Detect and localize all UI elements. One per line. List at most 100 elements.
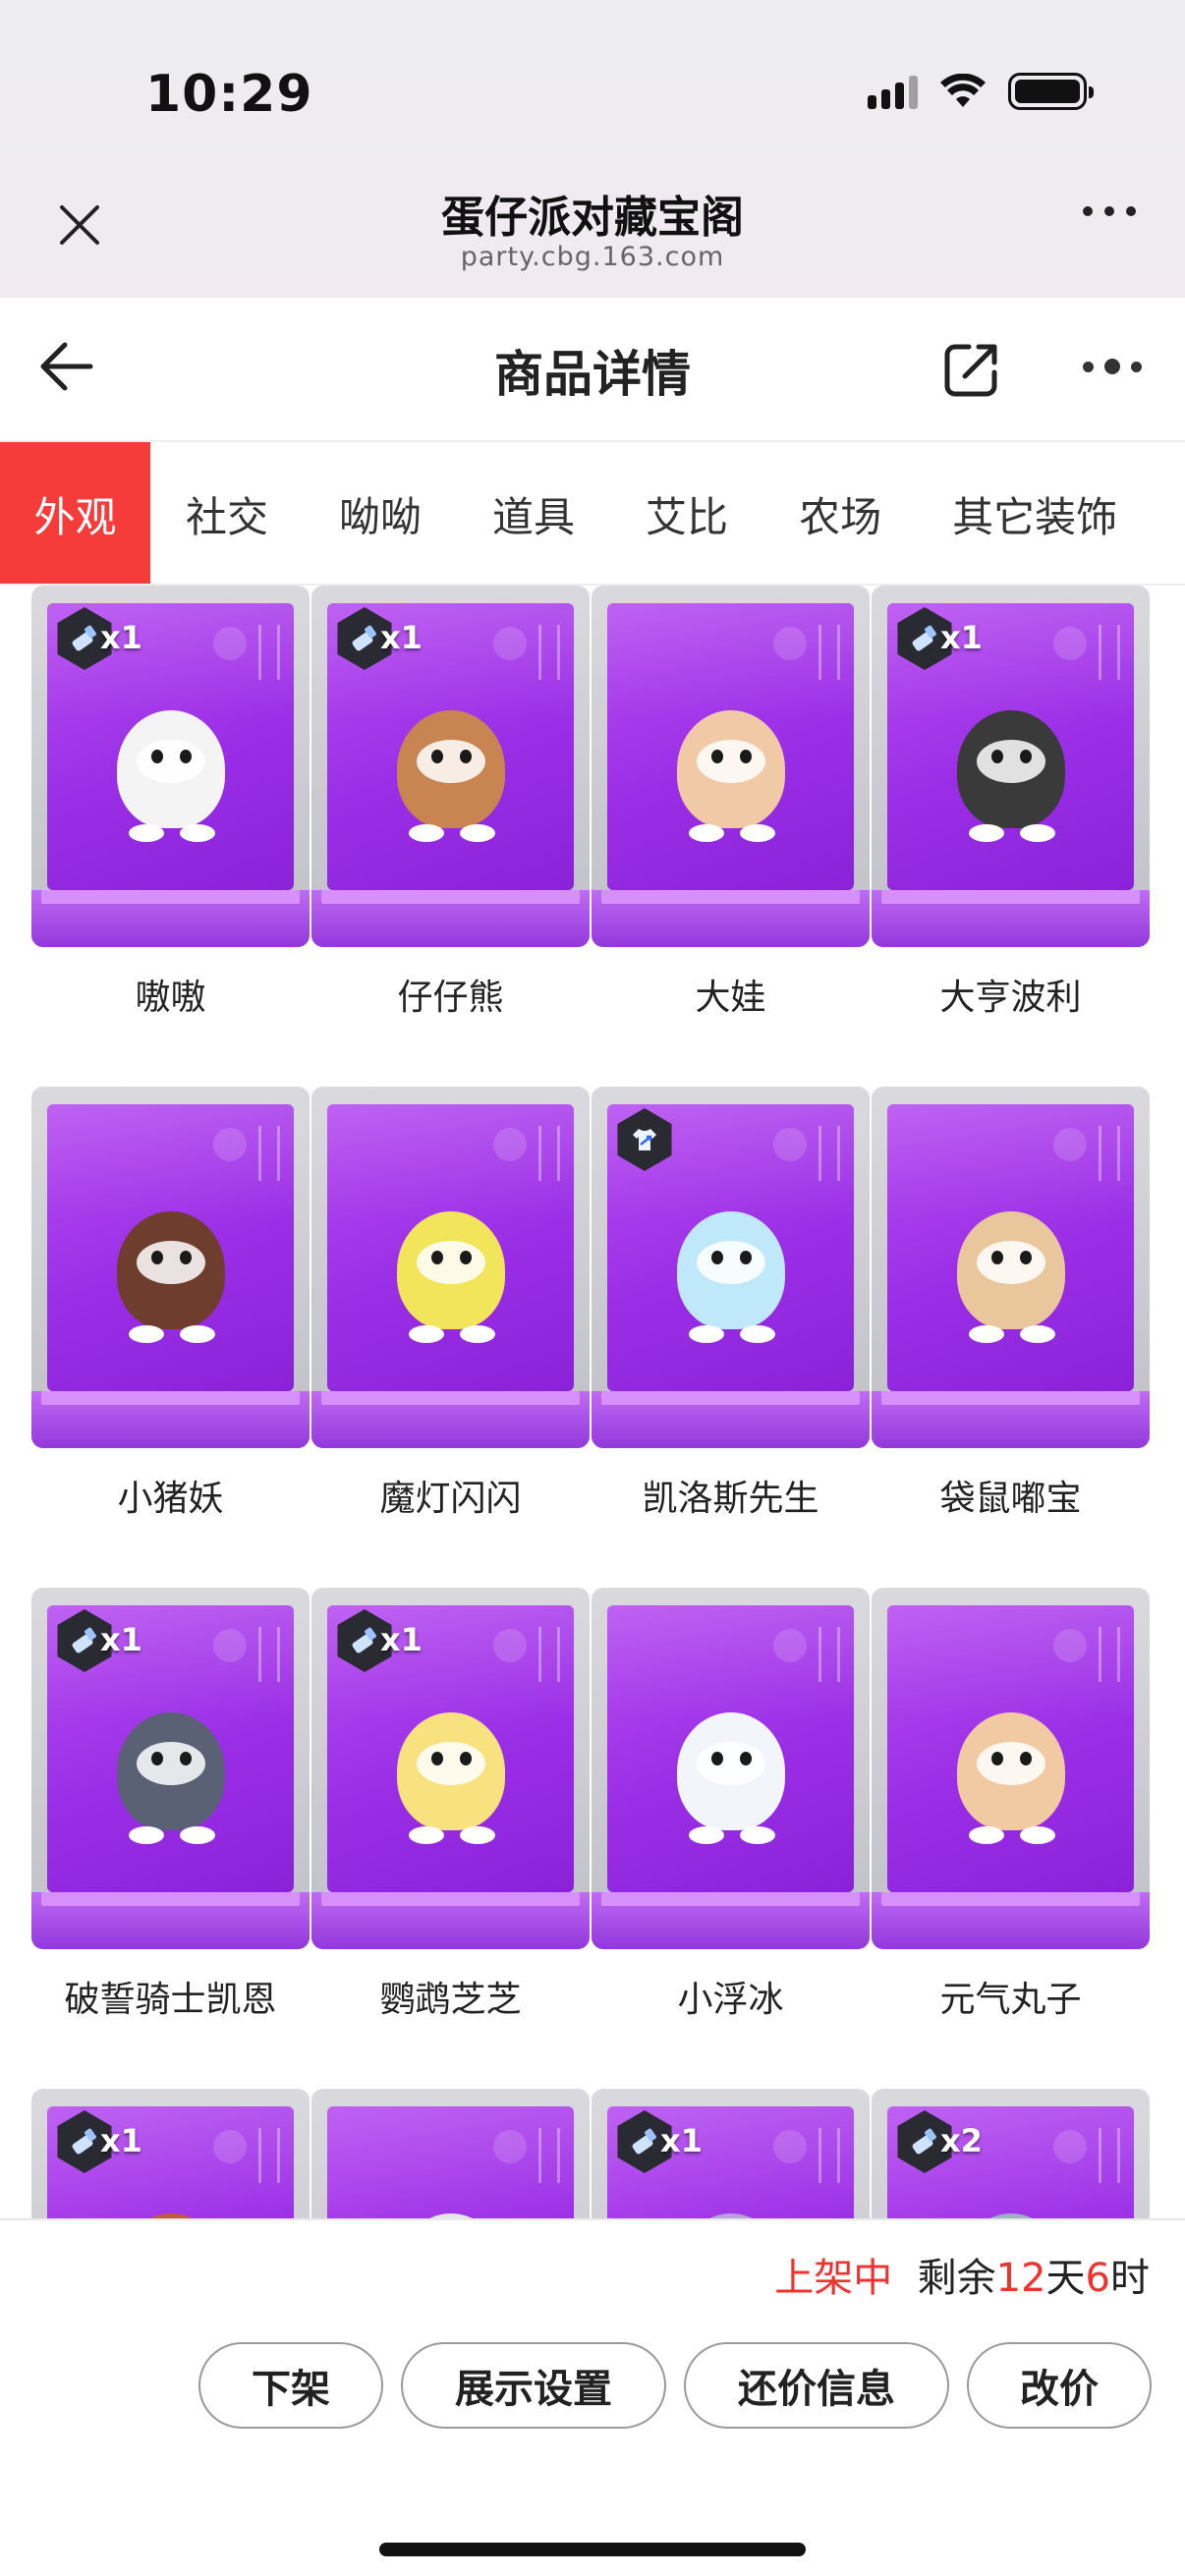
item-card[interactable] <box>311 2089 590 2218</box>
item-count-badge: x2 <box>940 2122 983 2159</box>
item-card[interactable]: x2 <box>872 2089 1150 2218</box>
item-card[interactable]: 元气丸子 <box>872 1588 1150 2022</box>
item-card[interactable]: x1 <box>592 2089 870 2218</box>
item-display-box <box>592 1588 870 1949</box>
item-name: 小浮冰 <box>677 1980 784 2020</box>
character-figure <box>97 681 245 848</box>
character-figure <box>657 1683 805 1850</box>
delist-button[interactable]: 下架 <box>198 2342 383 2429</box>
item-badge: x1 <box>893 607 1001 670</box>
listing-status-label: 上架中 <box>774 2256 893 2301</box>
days-unit: 天 <box>1045 2256 1086 2301</box>
character-figure <box>97 1683 245 1850</box>
item-display-box <box>311 2089 590 2218</box>
browser-header: 10:29 蛋仔派对藏宝阁 party.cbg.163.com <box>0 0 1185 298</box>
remaining-days: 12 <box>995 2256 1046 2301</box>
brush-icon <box>352 625 376 651</box>
item-name: 元气丸子 <box>939 1980 1082 2020</box>
item-card[interactable]: x1 鹦鹉芝芝 <box>311 1588 590 2022</box>
character-figure <box>377 1683 525 1850</box>
item-badge: x1 <box>613 2110 721 2173</box>
display-settings-button[interactable]: 展示设置 <box>401 2342 666 2429</box>
item-display-box <box>592 586 870 947</box>
item-card[interactable]: x1 嗷嗷 <box>31 586 310 1020</box>
character-figure <box>657 1182 805 1349</box>
character-figure <box>937 1683 1085 1850</box>
item-name: 嗷嗷 <box>135 978 206 1018</box>
character-figure <box>937 1182 1085 1349</box>
browser-title: 蛋仔派对藏宝阁 <box>441 193 744 243</box>
item-count-badge: x1 <box>100 619 142 656</box>
brush-icon <box>632 2128 656 2155</box>
tab-4[interactable]: 艾比 <box>610 442 763 584</box>
item-name: 仔仔熊 <box>397 978 504 1018</box>
battery-icon <box>1008 73 1094 110</box>
character-figure <box>97 1182 245 1349</box>
brush-icon <box>912 625 936 651</box>
hours-unit: 时 <box>1110 2256 1150 2301</box>
item-display-box <box>872 1588 1150 1949</box>
item-card[interactable]: 小猪妖 <box>31 1087 310 1521</box>
tab-7[interactable]: 资 <box>1153 442 1185 584</box>
item-card[interactable]: x1 <box>31 2089 310 2218</box>
item-card[interactable]: 凯洛斯先生 <box>592 1087 870 1521</box>
cellular-signal-icon <box>868 74 918 109</box>
item-display-box: x1 <box>31 586 310 947</box>
character-figure <box>377 1182 525 1349</box>
item-grid: x1 嗷嗷 x1 仔仔熊 大娃 x1 大亨波利小猪妖 魔灯闪闪 凯洛斯先生 袋鼠嘟宝 x1 破誓骑士凯… <box>0 586 1185 2218</box>
item-display-box: x1 <box>31 2089 310 2218</box>
item-display-box: x1 <box>31 1588 310 1949</box>
counter-offer-info-button[interactable]: 还价信息 <box>684 2342 949 2429</box>
change-price-button[interactable]: 改价 <box>967 2342 1152 2429</box>
item-badge <box>613 1108 721 1171</box>
tab-6[interactable]: 其它装饰 <box>917 442 1153 584</box>
status-icons <box>868 73 1094 110</box>
item-display-box <box>872 1087 1150 1448</box>
item-card[interactable]: x1 大亨波利 <box>872 586 1150 1020</box>
item-display-box: x1 <box>872 586 1150 947</box>
character-figure <box>377 2184 525 2218</box>
brush-icon <box>72 2128 96 2155</box>
remaining-prefix: 剩余 <box>917 2256 996 2301</box>
item-badge: x1 <box>333 607 441 670</box>
item-display-box <box>311 1087 590 1448</box>
item-count-badge: x1 <box>660 2122 703 2159</box>
item-name: 小猪妖 <box>117 1479 224 1519</box>
item-name: 鹦鹉芝芝 <box>379 1980 522 2020</box>
item-card[interactable]: 魔灯闪闪 <box>311 1087 590 1521</box>
bottom-action-bar: 上架中 剩余12天6时 下架 展示设置 还价信息 改价 <box>0 2218 1185 2576</box>
item-badge: x1 <box>333 1609 441 1672</box>
item-card[interactable]: x1 破誓骑士凯恩 <box>31 1588 310 2022</box>
item-display-box: x1 <box>311 586 590 947</box>
browser-url: party.cbg.163.com <box>460 242 725 272</box>
character-figure <box>657 2184 805 2218</box>
tab-3[interactable]: 道具 <box>457 442 610 584</box>
item-card[interactable]: 大娃 <box>592 586 870 1020</box>
character-figure <box>657 681 805 848</box>
tab-2[interactable]: 呦呦 <box>304 442 457 584</box>
item-card[interactable]: x1 仔仔熊 <box>311 586 590 1020</box>
item-name: 凯洛斯先生 <box>642 1479 819 1519</box>
character-figure <box>97 2184 245 2218</box>
share-icon[interactable] <box>941 339 1002 400</box>
item-card[interactable]: 袋鼠嘟宝 <box>872 1087 1150 1521</box>
item-card[interactable]: 小浮冰 <box>592 1588 870 2022</box>
tab-5[interactable]: 农场 <box>763 442 917 584</box>
more-options-icon[interactable] <box>1083 359 1142 374</box>
tab-1[interactable]: 社交 <box>150 442 304 584</box>
tab-0[interactable]: 外观 <box>0 442 150 584</box>
category-tabs: 外观社交呦呦道具艾比农场其它装饰资 <box>0 442 1185 586</box>
item-display-box: x2 <box>872 2089 1150 2218</box>
shirt-icon <box>633 1129 656 1150</box>
listing-status: 上架中 剩余12天6时 <box>774 2246 1150 2303</box>
item-count-badge: x1 <box>100 2122 142 2159</box>
page-title: 商品详情 <box>494 346 691 403</box>
browser-more-icon[interactable] <box>1083 206 1136 216</box>
item-name: 大亨波利 <box>939 978 1082 1018</box>
page-nav-bar: 商品详情 <box>0 298 1185 442</box>
item-badge: x2 <box>893 2110 1001 2173</box>
item-display-box <box>31 1087 310 1448</box>
brush-icon <box>912 2128 936 2155</box>
status-time: 10:29 <box>145 65 313 124</box>
item-name: 破誓骑士凯恩 <box>64 1980 277 2020</box>
